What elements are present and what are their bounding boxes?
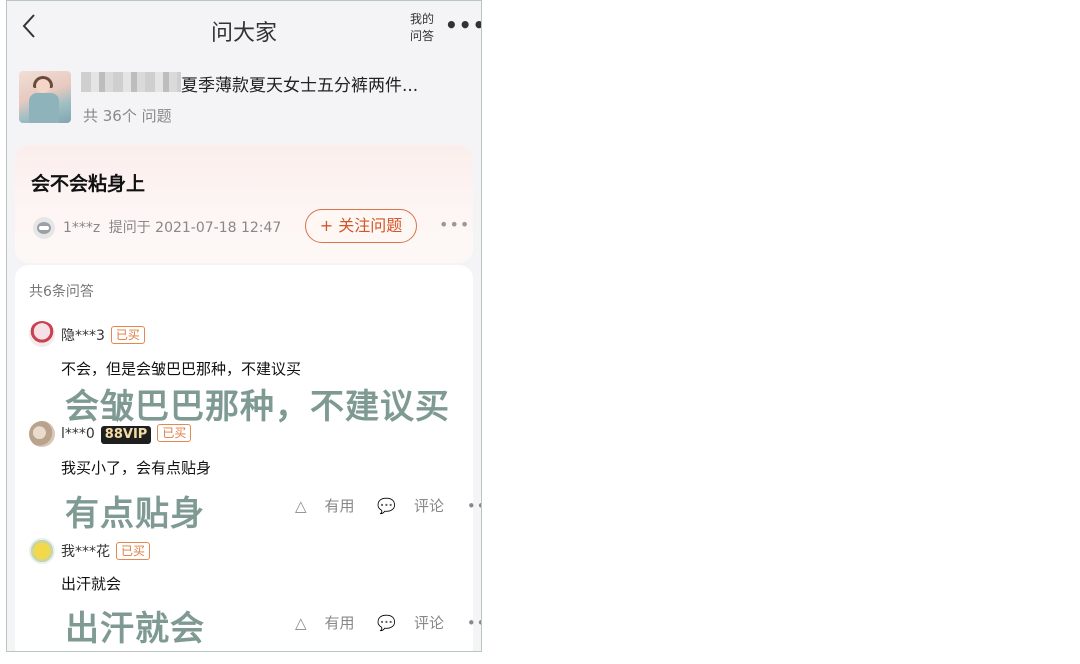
avatar <box>29 321 55 347</box>
answer-actions: △有用 💬评论 ••• <box>295 612 481 633</box>
purchased-badge: 已买 <box>116 542 151 560</box>
purchased-badge: 已买 <box>110 326 145 344</box>
question-count: 共 36个 问题 <box>83 107 172 125</box>
phone-screen: 问大家 我的 问答 ••• 夏季薄款夏天女士五分裤两件... 共 36个 问题 … <box>6 0 482 652</box>
comment-icon: 💬 <box>377 614 397 632</box>
answer-text: 不会，但是会皱巴巴那种，不建议买 <box>61 360 302 378</box>
answer-actions: △有用 💬评论 ••• <box>295 495 481 516</box>
answers-count: 共6条问答 <box>29 284 94 300</box>
product-title: 夏季薄款夏天女士五分裤两件... <box>181 76 419 96</box>
answer-user: 隐***3 已买 <box>61 325 145 345</box>
caption-overlay: 出汗就会 <box>65 609 205 649</box>
answers-card: 共6条问答 隐***3 已买 不会，但是会皱巴巴那种，不建议买 l***0 88VI… <box>15 265 481 651</box>
asked-time: 提问于 2021-07-18 12:47 <box>108 220 282 236</box>
avatar <box>29 421 55 447</box>
blurred-shop-name <box>81 72 181 92</box>
answer-text: 出汗就会 <box>61 575 122 593</box>
top-bar: 问大家 我的 问答 ••• <box>7 1 481 59</box>
asker-info: 1***z 提问于 2021-07-18 12:47 <box>63 217 281 237</box>
answer-more-icon[interactable]: ••• <box>467 497 481 515</box>
useful-button[interactable]: △ 有用 <box>295 497 355 515</box>
comment-button[interactable]: 💬 评论 <box>377 497 444 515</box>
question-text: 会不会粘身上 <box>31 173 146 195</box>
answer-username: 隐***3 <box>61 328 105 344</box>
answer-more-icon[interactable]: ••• <box>467 614 481 632</box>
answer-text: 我买小了，会有点贴身 <box>61 459 212 477</box>
asker-name: 1***z <box>63 220 101 236</box>
question-more-icon[interactable]: ••• <box>439 215 470 234</box>
thumb-up-icon: △ <box>295 614 307 632</box>
comment-button[interactable]: 💬 评论 <box>377 614 444 632</box>
my-qa-link[interactable]: 我的 问答 <box>405 11 439 45</box>
answer-username: 我***花 <box>61 544 110 560</box>
asker-avatar <box>33 217 55 239</box>
my-qa-line2: 问答 <box>409 29 434 43</box>
follow-question-button[interactable]: + 关注问题 <box>305 209 417 243</box>
product-thumbnail <box>19 71 71 123</box>
caption-overlay: 有点贴身 <box>65 494 205 534</box>
comment-icon: 💬 <box>377 497 397 515</box>
caption-overlay: 会皱巴巴那种，不建议买 <box>65 387 450 427</box>
useful-button[interactable]: △ 有用 <box>295 614 355 632</box>
answer-username: l***0 <box>61 426 95 442</box>
avatar <box>29 538 55 564</box>
question-card: 会不会粘身上 1***z 提问于 2021-07-18 12:47 + 关注问题… <box>15 145 473 263</box>
my-qa-line1: 我的 <box>409 12 434 26</box>
answer-user: 我***花 已买 <box>61 541 151 561</box>
more-menu-icon[interactable]: ••• <box>445 13 481 37</box>
vip-badge: 88VIP <box>100 426 152 444</box>
product-summary[interactable]: 夏季薄款夏天女士五分裤两件... 共 36个 问题 <box>19 69 471 129</box>
thumb-up-icon: △ <box>295 497 307 515</box>
